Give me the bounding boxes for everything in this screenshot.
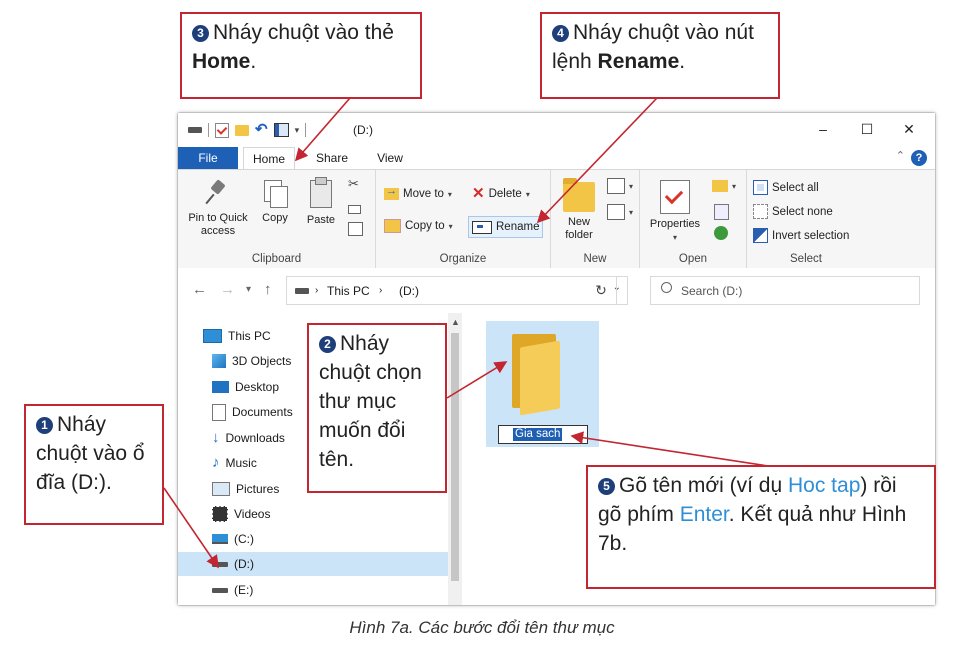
- step-number-badge: 5: [598, 478, 615, 495]
- callout-5-example-name: Hoc tap: [788, 474, 861, 497]
- callout-3-text: Nháy chuột vào thẻ: [213, 21, 394, 44]
- callout-4-bold: Rename: [597, 50, 680, 73]
- step-number-badge: 4: [552, 25, 569, 42]
- callout-step-4: 4 Nháy chuột vào nút lệnh Rename.: [540, 12, 780, 99]
- callout-2-text: Nháy chuột chọn thư mục muốn đổi tên.: [319, 332, 422, 471]
- callout-4-tail: .: [679, 50, 686, 73]
- step-number-badge: 2: [319, 336, 336, 353]
- arrow-to-folder: [446, 361, 508, 399]
- arrow-to-drive-d: [163, 487, 219, 569]
- callout-step-5: 5 Gõ tên mới (ví dụ Hoc tap) rồi gõ phím …: [586, 465, 936, 589]
- callout-3-bold: Home: [192, 50, 251, 73]
- step-number-badge: 3: [192, 25, 209, 42]
- callout-step-2: 2 Nháy chuột chọn thư mục muốn đổi tên.: [307, 323, 447, 493]
- callout-5-text: Gõ tên mới (ví dụ: [619, 474, 788, 497]
- figure-caption: Hình 7a. Các bước đổi tên thư mục: [349, 618, 615, 637]
- step-number-badge: 1: [36, 417, 53, 434]
- arrow-to-home-tab: [294, 97, 351, 162]
- callout-step-3: 3 Nháy chuột vào thẻ Home.: [180, 12, 422, 99]
- callout-5-enter-key: Enter: [679, 503, 729, 526]
- arrow-to-rename-input: [570, 431, 769, 467]
- callout-3-tail: .: [250, 50, 257, 73]
- arrow-to-rename-button: [536, 97, 658, 224]
- callout-step-1: 1 Nháy chuột vào ổ đĩa (D:).: [24, 404, 164, 525]
